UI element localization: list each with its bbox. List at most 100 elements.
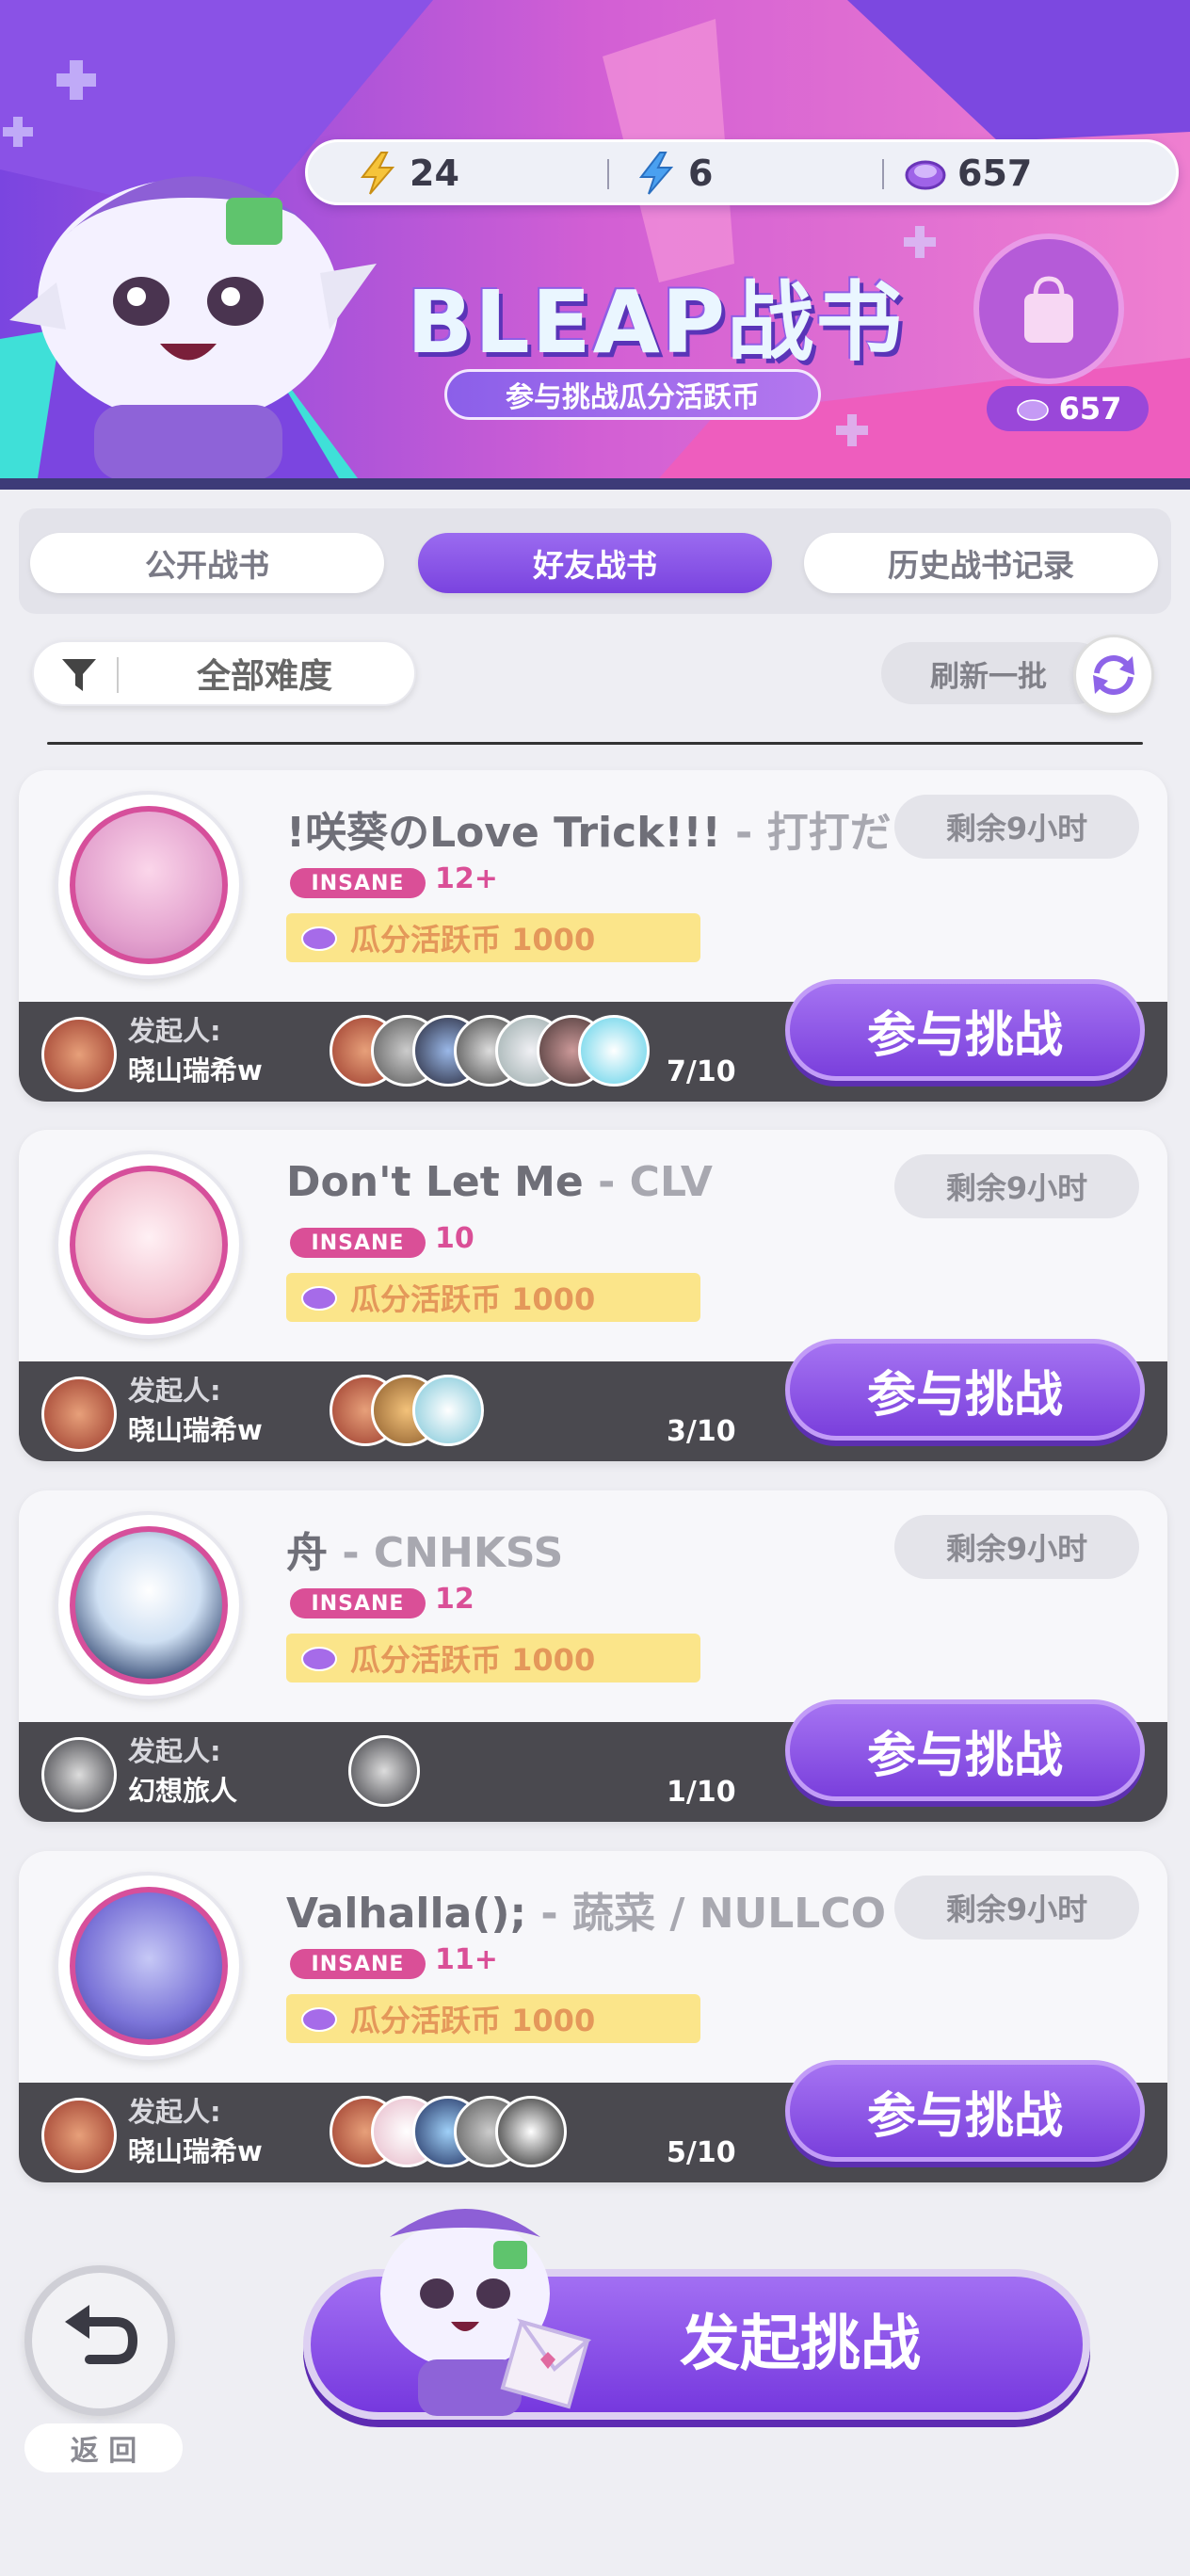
shop-coin-value: 657	[1058, 391, 1122, 427]
reward-text: 瓜分活跃币 1000	[350, 1642, 596, 1678]
participant-count: 7/10	[667, 1055, 736, 1088]
host-label: 发起人:	[128, 1375, 221, 1407]
tab-challenge-history[interactable]: 历史战书记录	[804, 533, 1158, 593]
resource-value: 657	[957, 153, 1033, 194]
shop-button[interactable]	[973, 233, 1124, 384]
song-name: Don't Let Me	[286, 1158, 584, 1206]
host-label: 发起人:	[128, 2096, 221, 2128]
reward-text: 瓜分活跃币 1000	[350, 922, 596, 958]
reward-banner: 瓜分活跃币 1000	[286, 1273, 700, 1322]
divider	[607, 159, 609, 189]
difficulty-filter[interactable]: 全部难度	[32, 640, 416, 706]
purple-coin-icon	[301, 1647, 337, 1671]
refresh-label: 刷新一批	[930, 659, 1047, 694]
purple-coin-icon	[1016, 399, 1049, 421]
host-name: 晓山瑞希w	[128, 2135, 263, 2167]
resource-value: 6	[688, 153, 714, 194]
song-cover	[55, 1872, 243, 2060]
avatar	[578, 1015, 650, 1087]
refresh-icon	[1093, 655, 1134, 695]
blue-lightning-icon	[638, 152, 674, 195]
difficulty-badge: INSANE	[290, 1588, 426, 1618]
song-name: !咲葵のLove Trick!!!	[286, 809, 721, 857]
difficulty-level: 12+	[435, 862, 498, 895]
song-title: !咲葵のLove Trick!!! - 打打だ	[286, 798, 908, 857]
time-remaining-badge: 剩余9小时	[894, 1154, 1139, 1218]
list-divider	[47, 742, 1143, 745]
tab-public-challenges[interactable]: 公开战书	[30, 533, 384, 593]
avatar	[41, 1377, 117, 1452]
difficulty-badge: INSANE	[290, 868, 426, 898]
participant-count: 5/10	[667, 2136, 736, 2169]
song-name: Valhalla();	[286, 1890, 527, 1938]
host-label: 发起人:	[128, 1015, 221, 1047]
participant-count: 3/10	[667, 1415, 736, 1448]
join-challenge-button[interactable]: 参与挑战	[785, 2060, 1145, 2162]
reward-text: 瓜分活跃币 1000	[350, 1281, 596, 1317]
host-label: 发起人:	[128, 1735, 221, 1767]
purple-coin-icon	[301, 1286, 337, 1311]
filter-icon	[62, 659, 96, 691]
resource-bar: 24 6 657	[305, 139, 1179, 205]
difficulty-level: 11+	[435, 1943, 498, 1976]
banner-subtitle: 参与挑战瓜分活跃币	[444, 369, 821, 420]
time-remaining-badge: 剩余9小时	[894, 1876, 1139, 1940]
reward-banner: 瓜分活跃币 1000	[286, 1994, 700, 2043]
banner-border	[0, 478, 1190, 490]
purple-coin-icon	[905, 160, 946, 190]
song-cover-art	[70, 1887, 228, 2045]
time-remaining-badge: 剩余9小时	[894, 1515, 1139, 1579]
mascot-illustration	[380, 2209, 592, 2416]
launch-challenge-label: 发起挑战	[680, 2310, 921, 2379]
participant-count: 1/10	[667, 1776, 736, 1809]
song-artist: - 打打だ	[720, 809, 892, 857]
song-cover	[55, 791, 243, 979]
join-challenge-button[interactable]: 参与挑战	[785, 1339, 1145, 1441]
host-name: 幻想旅人	[128, 1775, 238, 1807]
banner: 24 6 657 BLEAP战书 参与挑战瓜分活跃币 657	[0, 0, 1190, 490]
difficulty-filter-label: 全部难度	[196, 657, 332, 696]
join-challenge-button[interactable]: 参与挑战	[785, 979, 1145, 1081]
purple-coin-icon	[301, 2007, 337, 2032]
back-label: 返 回	[24, 2423, 183, 2472]
tab-friend-challenges[interactable]: 好友战书	[418, 533, 772, 593]
page-title: BLEAP战书	[407, 272, 905, 373]
tab-bar: 公开战书 好友战书 历史战书记录	[19, 508, 1171, 614]
host-name: 晓山瑞希w	[128, 1414, 263, 1446]
host-name: 晓山瑞希w	[128, 1055, 263, 1087]
song-cover	[55, 1151, 243, 1339]
reward-text: 瓜分活跃币 1000	[350, 2003, 596, 2038]
shop-coin-balance: 657	[987, 386, 1149, 431]
challenge-card[interactable]: Valhalla(); - 蔬菜 / NULLCO 剩余9小时 INSANE 1…	[19, 1851, 1167, 2182]
song-artist: - CLV	[583, 1158, 713, 1206]
divider	[882, 159, 884, 189]
song-cover-art	[70, 806, 228, 964]
song-cover	[55, 1511, 243, 1699]
avatar	[41, 2098, 117, 2173]
avatar	[412, 1375, 484, 1446]
avatar	[41, 1017, 117, 1092]
challenge-card[interactable]: 舟 - CNHKSS 剩余9小时 INSANE 12 瓜分活跃币 1000 发起…	[19, 1490, 1167, 1822]
avatar	[348, 1735, 420, 1807]
resource-energy: 24	[355, 150, 459, 197]
difficulty-badge: INSANE	[290, 1228, 426, 1258]
song-title: Don't Let Me - CLV	[286, 1158, 908, 1216]
back-button[interactable]	[24, 2265, 175, 2416]
reward-banner: 瓜分活跃币 1000	[286, 913, 700, 962]
avatar	[41, 1737, 117, 1812]
purple-coin-icon	[301, 926, 337, 951]
difficulty-badge: INSANE	[290, 1949, 426, 1979]
difficulty-level: 12	[435, 1583, 474, 1616]
shopping-bag-icon	[1024, 276, 1073, 343]
challenge-card[interactable]: !咲葵のLove Trick!!! - 打打だ 剩余9小时 INSANE 12+…	[19, 770, 1167, 1102]
song-artist: - CNHKSS	[328, 1529, 564, 1577]
song-cover-art	[70, 1166, 228, 1324]
difficulty-level: 10	[435, 1222, 474, 1255]
time-remaining-badge: 剩余9小时	[894, 795, 1139, 859]
refresh-icon-button[interactable]	[1073, 635, 1154, 716]
challenge-card[interactable]: Don't Let Me - CLV 剩余9小时 INSANE 10 瓜分活跃币…	[19, 1130, 1167, 1461]
join-challenge-button[interactable]: 参与挑战	[785, 1699, 1145, 1801]
song-title: Valhalla(); - 蔬菜 / NULLCO	[286, 1879, 908, 1938]
resource-value: 24	[410, 153, 459, 194]
song-artist: - 蔬菜 / NULLCO	[526, 1890, 887, 1938]
